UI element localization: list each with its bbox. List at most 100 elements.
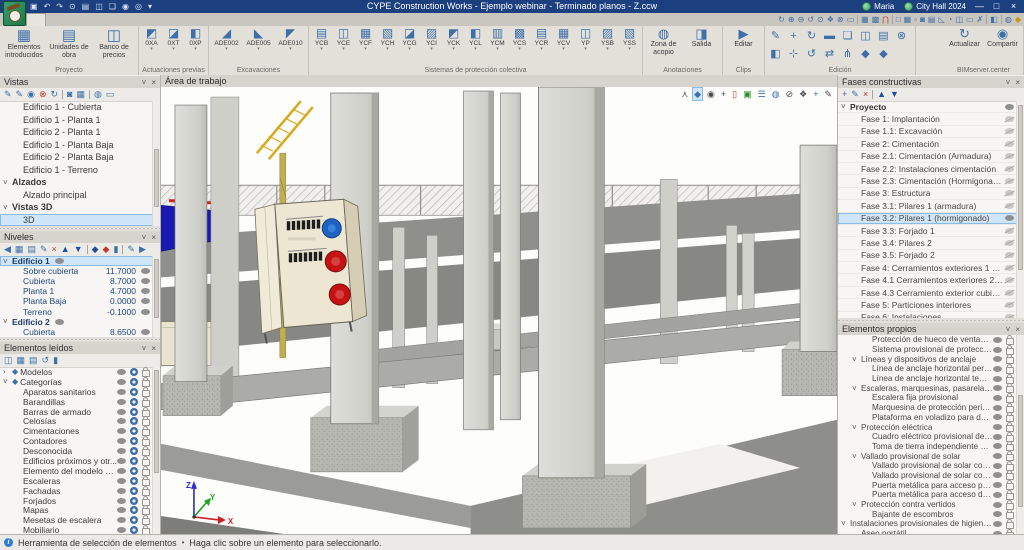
visibility-eye-icon[interactable] xyxy=(993,337,1002,343)
visibility-eye-icon[interactable] xyxy=(117,517,126,523)
visibility-eye-icon[interactable] xyxy=(117,448,126,454)
expander-icon[interactable]: ˅ xyxy=(852,500,861,509)
panel-tool-icon[interactable] xyxy=(62,90,63,99)
visibility-eye-icon[interactable] xyxy=(993,385,1002,391)
ribbon-button[interactable]: ↻ Actualizar xyxy=(946,27,983,49)
ribbon-button[interactable]: ▤ Unidades de obra xyxy=(47,27,91,59)
view-tool-icon[interactable]: ▭ xyxy=(847,13,855,26)
ribbon-button[interactable]: ◨ Salida xyxy=(683,27,720,49)
viewport-tool-icon[interactable]: ⋏ xyxy=(681,88,690,100)
view-tool-icon[interactable]: ⊖ xyxy=(798,13,805,26)
dropdown-arrow-icon[interactable]: ▾ xyxy=(342,47,345,52)
visibility-eye-icon[interactable] xyxy=(1005,190,1014,196)
ribbon-button[interactable]: ▧ YCH ▾ xyxy=(377,27,398,52)
ribbon-button[interactable]: ↻ xyxy=(803,27,820,44)
panel-tool-icon[interactable]: ⊗ xyxy=(39,88,47,101)
category-row[interactable]: › ◆ Modelos xyxy=(0,367,153,377)
quick-access-icon[interactable]: ▣ xyxy=(30,0,38,13)
expander-icon[interactable]: ˅ xyxy=(3,203,12,212)
panel-tool-icon[interactable]: ◀ xyxy=(4,243,11,256)
settings-gear-icon[interactable] xyxy=(130,506,138,514)
expander-icon[interactable]: ˅ xyxy=(841,102,850,111)
scrollbar[interactable] xyxy=(1016,335,1024,535)
quick-access-icon[interactable]: ↷ xyxy=(56,0,63,13)
panel-tool-icon[interactable]: ✎ xyxy=(851,88,859,101)
viewport-tool-icon[interactable]: ☰ xyxy=(757,88,767,100)
category-row[interactable]: Mapas xyxy=(0,505,153,515)
dropdown-arrow-icon[interactable]: ▾ xyxy=(562,47,565,52)
settings-gear-icon[interactable] xyxy=(130,437,138,445)
ribbon-button[interactable]: ◫ YCE ▾ xyxy=(333,27,354,52)
phase-row[interactable]: Fase 1: Implantación xyxy=(838,113,1017,125)
ribbon-button[interactable]: ❏ xyxy=(839,27,856,44)
phase-row[interactable]: Fase 3.4: Pilares 2 xyxy=(838,237,1017,249)
dropdown-arrow-icon[interactable]: ▾ xyxy=(584,47,587,52)
view-tool-icon[interactable]: ⊕ xyxy=(788,13,795,26)
view-tool-icon[interactable]: ◙ xyxy=(920,13,925,26)
view-tool-icon[interactable]: ⊙ xyxy=(817,13,824,26)
expander-icon[interactable]: ˅ xyxy=(3,178,12,187)
viewport-tool-icon[interactable]: ▣ xyxy=(742,88,753,100)
view-tool-icon[interactable] xyxy=(1001,15,1002,24)
phase-row[interactable]: Fase 2.2: Instalaciones cimentación xyxy=(838,163,1017,175)
ribbon-button[interactable]: ▦ Elementos introducidos xyxy=(2,27,46,59)
panel-tool-icon[interactable]: ✎ xyxy=(127,243,135,256)
dropdown-arrow-icon[interactable]: ▾ xyxy=(408,47,411,52)
category-row[interactable]: Fachadas xyxy=(0,486,153,496)
own-element-row[interactable]: ˅ Vallado provisional de solar xyxy=(838,451,1017,461)
dropdown-arrow-icon[interactable]: ▾ xyxy=(540,47,543,52)
view-tool-icon[interactable]: ◫ xyxy=(955,13,963,26)
view-tree-row[interactable]: Edificio 1 - Cubierta xyxy=(0,101,153,114)
dropdown-arrow-icon[interactable]: ▾ xyxy=(320,47,323,52)
panel-tool-icon[interactable]: ▮ xyxy=(53,354,58,367)
panel-tool-icon[interactable]: ✎ xyxy=(16,88,24,101)
settings-gear-icon[interactable] xyxy=(130,467,138,475)
visibility-eye-icon[interactable] xyxy=(117,369,126,375)
ribbon-button[interactable]: ◢ ADE002 ▾ xyxy=(211,27,242,52)
visibility-eye-icon[interactable] xyxy=(117,458,126,464)
window-control-icon[interactable]: □ xyxy=(988,0,1005,13)
category-row[interactable]: Cimentaciones xyxy=(0,426,153,436)
app-logo-icon[interactable] xyxy=(3,1,26,26)
view-tool-icon[interactable]: ▫ xyxy=(914,13,917,26)
lock-icon[interactable] xyxy=(142,449,150,456)
panel-tool-icon[interactable]: ▦ xyxy=(17,354,26,367)
lock-icon[interactable] xyxy=(1006,493,1014,500)
panel-tool-icon[interactable]: ▼ xyxy=(890,88,899,101)
visibility-eye-icon[interactable] xyxy=(1005,141,1014,147)
ribbon-button[interactable]: ▨ YSB ▾ xyxy=(597,27,618,52)
panel-tool-icon[interactable] xyxy=(89,90,90,99)
level-row[interactable]: Cubierta 8.6500 xyxy=(0,327,153,337)
visibility-eye-icon[interactable] xyxy=(993,376,1002,382)
settings-gear-icon[interactable] xyxy=(130,427,138,435)
panel-tool-icon[interactable]: ▲ xyxy=(877,88,886,101)
view-tool-icon[interactable]: ◔ xyxy=(948,13,953,26)
category-row[interactable]: Escaleras xyxy=(0,476,153,486)
visibility-eye-icon[interactable] xyxy=(117,399,126,405)
level-row[interactable]: Planta 1 4.7000 xyxy=(0,286,153,296)
phase-row[interactable]: Fase 3.3: Forjado 1 xyxy=(838,225,1017,237)
panel-tool-icon[interactable] xyxy=(87,245,88,254)
own-element-row[interactable]: Sistema provisional de protección ... xyxy=(838,345,1017,355)
visibility-eye-icon[interactable] xyxy=(993,492,1002,498)
view-tree-row[interactable]: 3D xyxy=(0,214,153,227)
visibility-eye-icon[interactable] xyxy=(1005,178,1014,184)
ribbon-button[interactable]: ▩ YCS ▾ xyxy=(509,27,530,52)
electrical-panel[interactable] xyxy=(255,199,367,343)
panel-tool-icon[interactable]: ◆ xyxy=(103,243,110,256)
own-element-row[interactable]: Línea de anclaje horizontal perman... xyxy=(838,364,1017,374)
visibility-eye-icon[interactable] xyxy=(1005,302,1014,308)
ribbon-button[interactable]: ⊹ xyxy=(785,45,802,62)
expander-icon[interactable]: ˅ xyxy=(852,355,861,364)
visibility-eye-icon[interactable] xyxy=(1005,116,1014,122)
visibility-eye-icon[interactable] xyxy=(993,521,1002,527)
panel-tool-icon[interactable]: ◆ xyxy=(92,243,99,256)
visibility-eye-icon[interactable] xyxy=(117,389,126,395)
category-row[interactable]: Celosías xyxy=(0,416,153,426)
own-element-row[interactable]: Puerta metálica para acceso peaton... xyxy=(838,480,1017,490)
phase-row[interactable]: Fase 4: Cerramientos exteriores 1 planta xyxy=(838,262,1017,274)
dropdown-arrow-icon[interactable]: ▾ xyxy=(257,47,260,52)
phase-row[interactable]: Fase 3.2: Pilares 1 (hormigonado) xyxy=(838,213,1017,225)
collapse-icon[interactable]: ˅ xyxy=(1006,78,1011,87)
view-tool-icon[interactable] xyxy=(892,15,893,24)
